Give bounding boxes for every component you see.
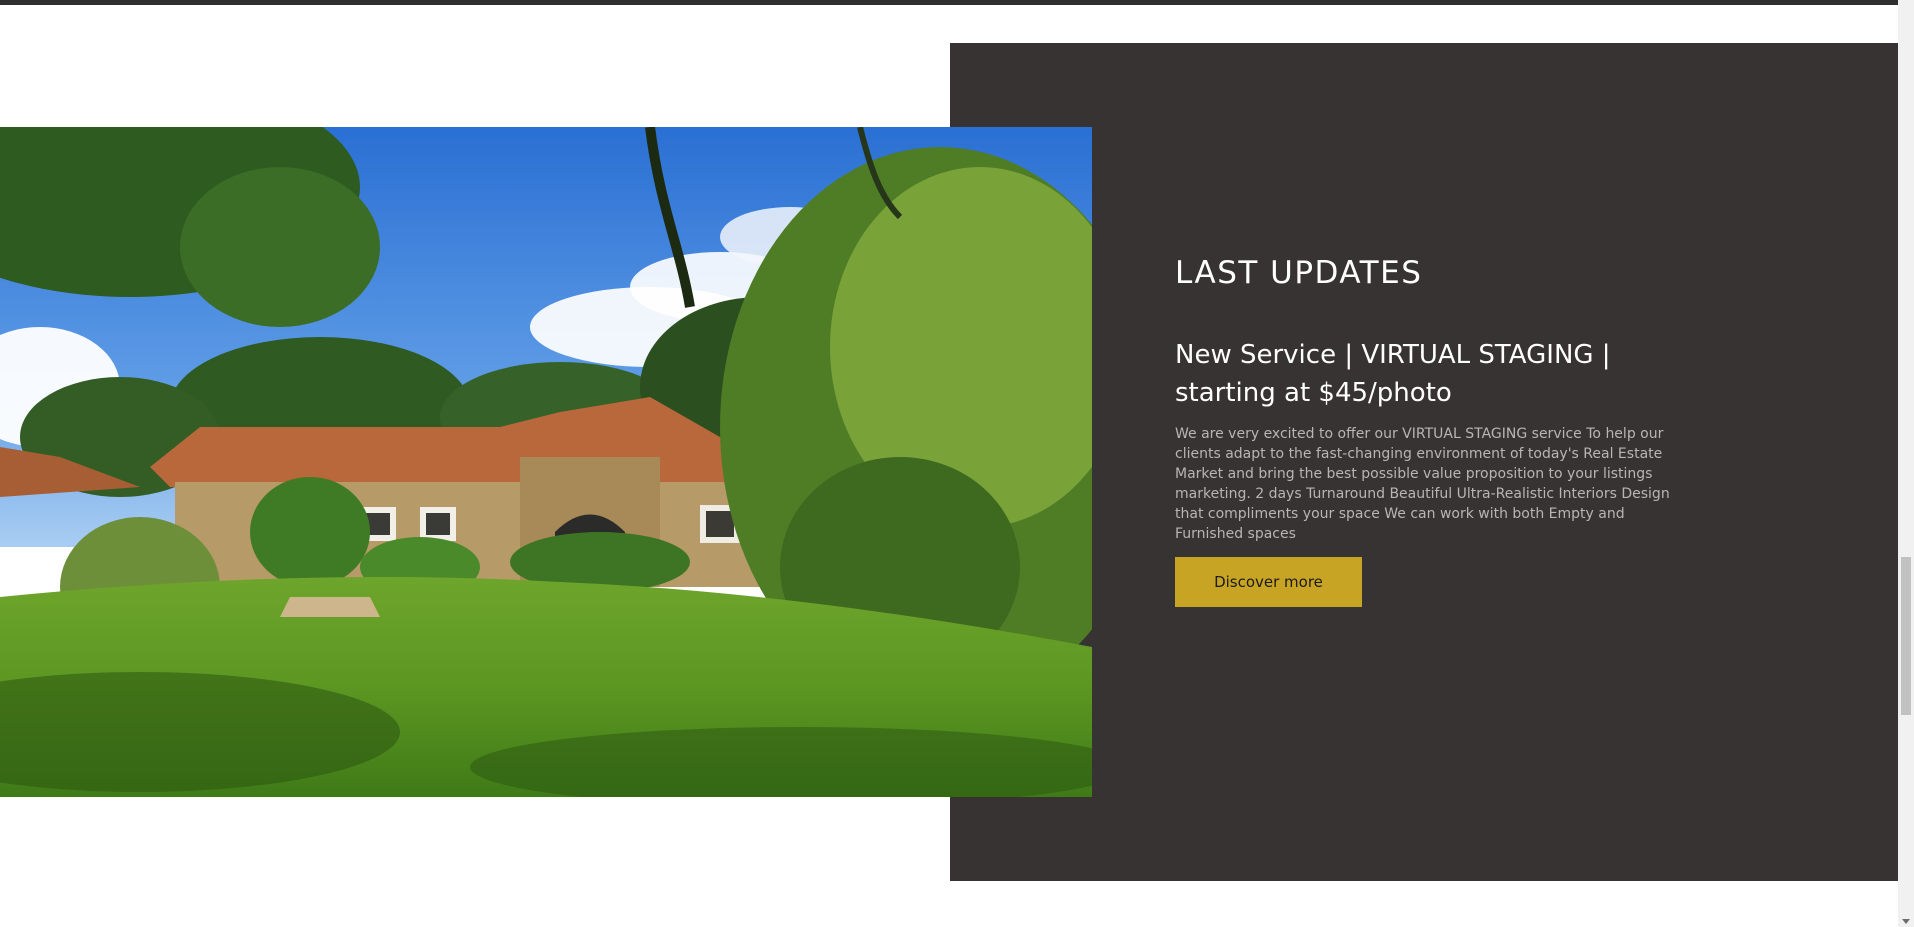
scrollbar-thumb[interactable] bbox=[1901, 557, 1911, 715]
section-title: LAST UPDATES bbox=[1175, 255, 1423, 291]
top-divider bbox=[0, 0, 1898, 5]
page: LAST UPDATES New Service | VIRTUAL STAGI… bbox=[0, 0, 1914, 927]
post-title: New Service | VIRTUAL STAGING | starting… bbox=[1175, 340, 1611, 408]
house-photo bbox=[0, 127, 1092, 797]
discover-more-button[interactable]: Discover more bbox=[1175, 557, 1362, 607]
vertical-scrollbar[interactable] bbox=[1898, 0, 1914, 927]
chevron-down-icon[interactable] bbox=[1902, 919, 1910, 924]
post-body: We are very excited to offer our VIRTUAL… bbox=[1175, 426, 1670, 542]
updates-content: LAST UPDATES New Service | VIRTUAL STAGI… bbox=[1175, 255, 1695, 607]
